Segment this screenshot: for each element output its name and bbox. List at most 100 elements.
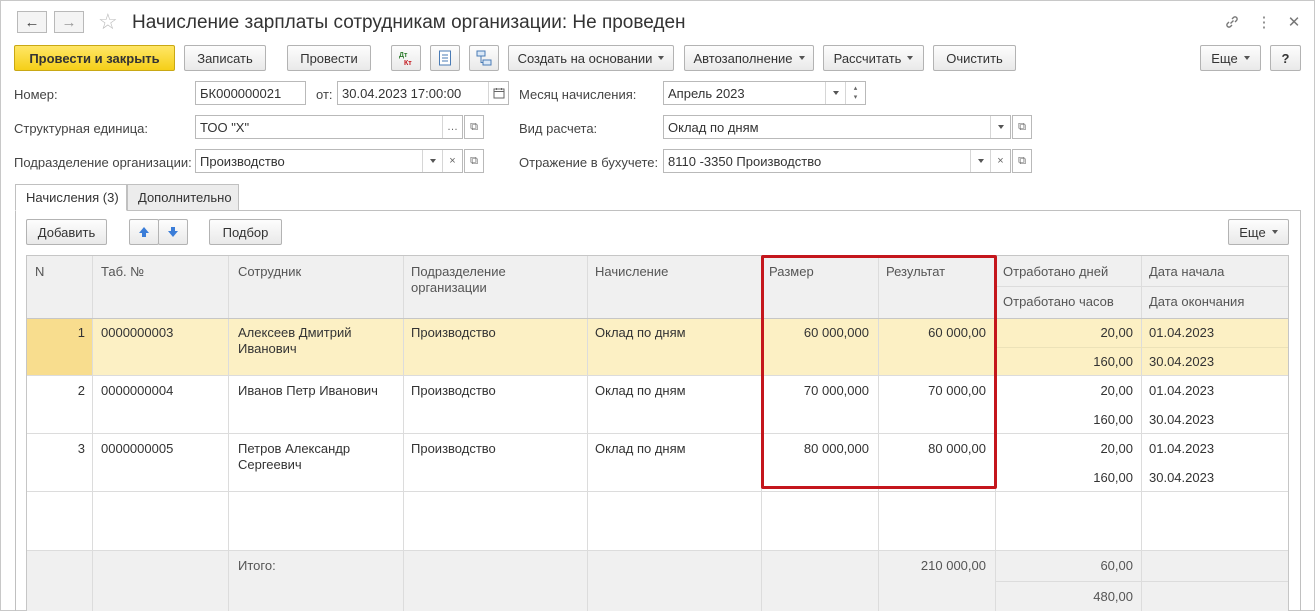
number-field[interactable]: БК000000021 <box>195 81 306 105</box>
chevron-down-icon[interactable] <box>825 82 845 104</box>
chevron-down-icon[interactable] <box>422 150 442 172</box>
help-button[interactable]: ? <box>1270 45 1301 71</box>
chevron-down-icon <box>1271 230 1278 234</box>
row-1-days[interactable]: 20,00 <box>995 325 1133 340</box>
col-header-end[interactable]: Дата окончания <box>1149 294 1244 309</box>
date-field[interactable]: 30.04.2023 17:00:00 <box>337 81 509 105</box>
col-header-start[interactable]: Дата начала <box>1149 264 1224 279</box>
row-1-employee-line1[interactable]: Алексеев Дмитрий <box>238 325 352 340</box>
col-header-dept[interactable]: Подразделение организации <box>411 264 561 296</box>
clear-icon[interactable]: × <box>990 150 1010 172</box>
chevron-down-icon[interactable] <box>970 150 990 172</box>
row-2-days[interactable]: 20,00 <box>995 383 1133 398</box>
row-3-employee-line2[interactable]: Сергеевич <box>238 457 302 472</box>
col-header-hours[interactable]: Отработано часов <box>1003 294 1114 309</box>
month-field[interactable]: Апрель 2023 ▴ ▾ <box>663 81 866 105</box>
post-button[interactable]: Провести <box>287 45 371 71</box>
back-arrow-icon[interactable]: ← <box>17 11 47 33</box>
calc-type-value: Оклад по дням <box>668 119 759 135</box>
row-3-dept[interactable]: Производство <box>411 441 496 456</box>
move-up-icon[interactable] <box>129 219 159 245</box>
row-2-accrual[interactable]: Оклад по дням <box>595 383 686 398</box>
row-2-employee-line1[interactable]: Иванов Петр Иванович <box>238 383 378 398</box>
row-2-start[interactable]: 01.04.2023 <box>1149 383 1214 398</box>
unit-value: ТОО "Х" <box>200 119 250 135</box>
calculate-button[interactable]: Рассчитать <box>823 45 924 71</box>
row-3-n[interactable]: 3 <box>27 441 85 456</box>
forward-arrow-icon[interactable]: → <box>54 11 84 33</box>
dt-kt-icon[interactable]: Дт Кт <box>391 45 421 71</box>
row-3-days[interactable]: 20,00 <box>995 441 1133 456</box>
col-header-tab-no[interactable]: Таб. № <box>101 264 144 279</box>
tab-accruals[interactable]: Начисления (3) <box>15 184 127 211</box>
pick-button[interactable]: Подбор <box>209 219 282 245</box>
dept-label: Подразделение организации: <box>14 155 192 170</box>
col-header-days[interactable]: Отработано дней <box>1003 264 1108 279</box>
structure-icon[interactable] <box>469 45 499 71</box>
svg-text:Кт: Кт <box>404 60 412 67</box>
number-value: БК000000021 <box>200 85 282 101</box>
create-based-on-button[interactable]: Создать на основании <box>508 45 674 71</box>
chevron-down-icon <box>1243 56 1250 60</box>
row-1-employee-line2[interactable]: Иванович <box>238 341 297 356</box>
row-1-tab-no[interactable]: 0000000003 <box>101 325 173 340</box>
row-3-end[interactable]: 30.04.2023 <box>1149 470 1214 485</box>
row-1-hours[interactable]: 160,00 <box>995 354 1133 369</box>
autofill-button[interactable]: Автозаполнение <box>684 45 814 71</box>
clear-button[interactable]: Очистить <box>933 45 1016 71</box>
tab-additional[interactable]: Дополнительно <box>127 184 239 211</box>
accounting-field[interactable]: 8110 -3350 Производство × <box>663 149 1011 173</box>
row-1-end[interactable]: 30.04.2023 <box>1149 354 1214 369</box>
unit-field[interactable]: ТОО "Х" … <box>195 115 463 139</box>
row-1-n[interactable]: 1 <box>27 325 85 340</box>
row-2-n[interactable]: 2 <box>27 383 85 398</box>
document-list-icon[interactable] <box>430 45 460 71</box>
select-ellipsis-icon[interactable]: … <box>442 116 462 138</box>
row-3-employee-line1[interactable]: Петров Александр <box>238 441 350 456</box>
footer-total-result: 210 000,00 <box>920 558 986 573</box>
more-vertical-icon[interactable]: ⋮ <box>1253 11 1275 33</box>
footer-total-hours: 480,00 <box>1093 589 1133 604</box>
chevron-down-icon[interactable] <box>990 116 1010 138</box>
calendar-icon[interactable] <box>488 82 508 104</box>
accounting-value: 8110 -3350 Производство <box>668 153 822 169</box>
open-icon[interactable]: ⧉ <box>464 115 484 139</box>
link-icon[interactable] <box>1221 11 1243 33</box>
col-header-n[interactable]: N <box>35 264 44 279</box>
spinner-icon[interactable]: ▴ ▾ <box>845 82 865 104</box>
open-icon[interactable]: ⧉ <box>464 149 484 173</box>
dept-field[interactable]: Производство × <box>195 149 463 173</box>
create-based-on-label: Создать на основании <box>517 50 653 66</box>
row-2-end[interactable]: 30.04.2023 <box>1149 412 1214 427</box>
col-header-accrual[interactable]: Начисление <box>595 264 668 279</box>
chevron-down-icon <box>798 56 805 60</box>
open-icon[interactable]: ⧉ <box>1012 115 1032 139</box>
move-down-icon[interactable] <box>158 219 188 245</box>
more-button[interactable]: Еще <box>1200 45 1261 71</box>
row-3-hours[interactable]: 160,00 <box>995 470 1133 485</box>
row-3-accrual[interactable]: Оклад по дням <box>595 441 686 456</box>
row-3-start[interactable]: 01.04.2023 <box>1149 441 1214 456</box>
post-and-close-button[interactable]: Провести и закрыть <box>14 45 175 71</box>
calc-type-label: Вид расчета: <box>519 121 598 136</box>
table-more-button[interactable]: Еще <box>1228 219 1289 245</box>
row-1-accrual[interactable]: Оклад по дням <box>595 325 686 340</box>
row-1-start[interactable]: 01.04.2023 <box>1149 325 1214 340</box>
add-row-button[interactable]: Добавить <box>26 219 107 245</box>
open-icon[interactable]: ⧉ <box>1012 149 1032 173</box>
col-header-employee[interactable]: Сотрудник <box>238 264 301 279</box>
footer-total-days: 60,00 <box>1100 558 1133 573</box>
unit-label: Структурная единица: <box>14 121 149 136</box>
row-3-tab-no[interactable]: 0000000005 <box>101 441 173 456</box>
calc-type-field[interactable]: Оклад по дням <box>663 115 1011 139</box>
row-2-tab-no[interactable]: 0000000004 <box>101 383 173 398</box>
row-1-dept[interactable]: Производство <box>411 325 496 340</box>
clear-icon[interactable]: × <box>442 150 462 172</box>
favorite-star-icon[interactable]: ☆ <box>98 9 118 35</box>
date-label: от: <box>316 87 333 102</box>
save-button[interactable]: Записать <box>184 45 266 71</box>
row-2-hours[interactable]: 160,00 <box>995 412 1133 427</box>
chevron-down-icon <box>907 56 914 60</box>
row-2-dept[interactable]: Производство <box>411 383 496 398</box>
close-icon[interactable]: ✕ <box>1283 11 1305 33</box>
